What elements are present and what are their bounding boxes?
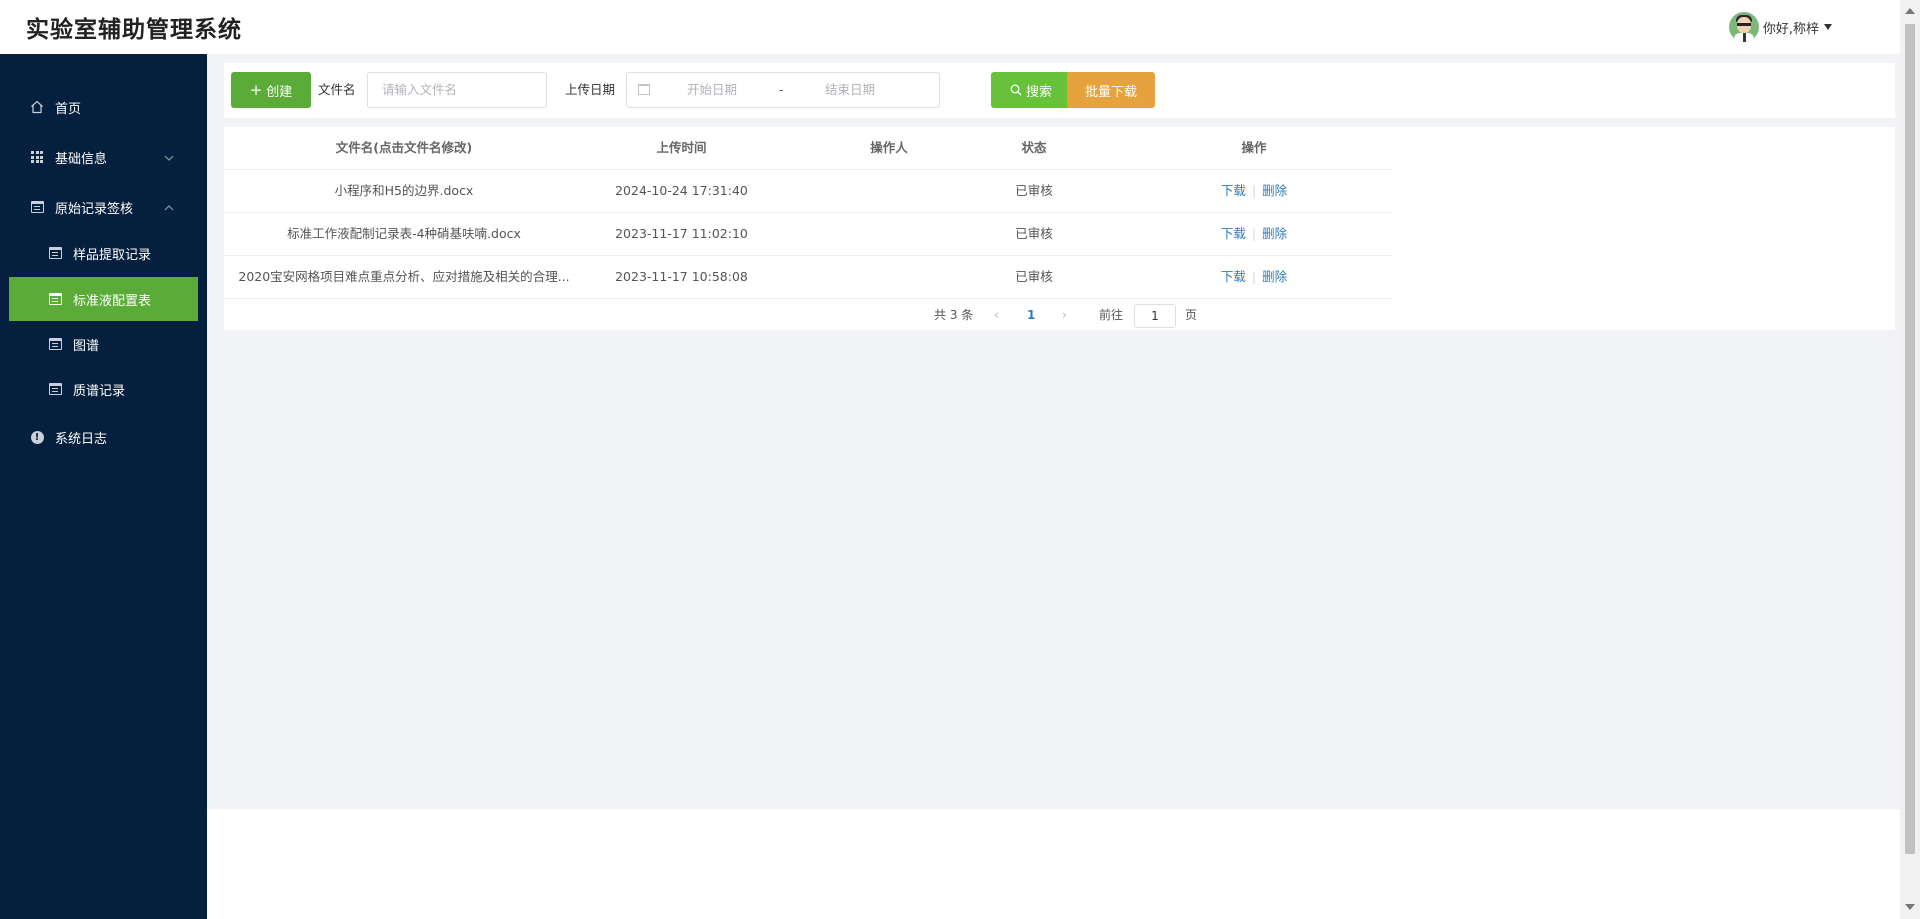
sidebar-item-label: 质谱记录 bbox=[73, 383, 126, 399]
filename-input[interactable]: 请输入文件名 bbox=[367, 72, 547, 108]
footer-area bbox=[207, 809, 1900, 919]
chevron-up-icon bbox=[164, 201, 174, 214]
upload-date-label: 上传日期 bbox=[565, 82, 616, 97]
calendar-icon bbox=[47, 291, 63, 307]
range-separator: - bbox=[779, 82, 784, 97]
chevron-down-icon bbox=[164, 151, 174, 164]
download-link[interactable]: 下载 bbox=[1221, 226, 1246, 241]
file-name-link[interactable]: 标准工作液配制记录表-4种硝基呋喃.docx bbox=[224, 213, 584, 255]
sidebar-item-label: 系统日志 bbox=[55, 431, 108, 447]
page-number[interactable]: 1 bbox=[1027, 300, 1035, 330]
filter-toolbar: + 创建 文件名 请输入文件名 上传日期 开始日期 - 结束日期 搜索 批量下载 bbox=[224, 63, 1895, 118]
operator bbox=[824, 170, 954, 212]
goto-label: 前往 bbox=[1099, 308, 1124, 322]
operator bbox=[824, 213, 954, 255]
search-icon bbox=[1010, 84, 1022, 96]
delete-link[interactable]: 删除 bbox=[1262, 269, 1287, 284]
prev-page-icon[interactable]: ‹ bbox=[994, 300, 999, 330]
calendar-icon bbox=[47, 336, 63, 352]
sidebar-item-basic-info[interactable]: 基础信息 bbox=[9, 135, 198, 179]
avatar[interactable] bbox=[1728, 12, 1759, 42]
sidebar-item-label: 标准液配置表 bbox=[73, 293, 152, 309]
table-row: 小程序和H5的边界.docx 2024-10-24 17:31:40 已审核 下… bbox=[224, 170, 1393, 213]
total-count: 共 3 条 bbox=[934, 308, 974, 322]
date-range-picker[interactable]: 开始日期 - 结束日期 bbox=[626, 72, 940, 108]
column-header-upload-time: 上传时间 bbox=[656, 140, 707, 155]
filename-label: 文件名 bbox=[318, 82, 356, 97]
user-greeting[interactable]: 你好,称梓 bbox=[1763, 18, 1819, 37]
search-button[interactable]: 搜索 bbox=[991, 72, 1071, 108]
sidebar-item-label: 首页 bbox=[55, 101, 82, 117]
calendar-icon bbox=[47, 245, 63, 261]
table-row: 2020宝安网格项目难点重点分析、应对措施及相关的合理... 2023-11-1… bbox=[224, 256, 1393, 299]
file-name-link[interactable]: 小程序和H5的边界.docx bbox=[224, 170, 584, 212]
start-date-input[interactable]: 开始日期 bbox=[687, 73, 737, 107]
upload-time: 2024-10-24 17:31:40 bbox=[615, 183, 748, 198]
sidebar-item-system-log[interactable]: ! 系统日志 bbox=[9, 415, 198, 459]
main-content: + 创建 文件名 请输入文件名 上传日期 开始日期 - 结束日期 搜索 批量下载… bbox=[207, 54, 1900, 809]
download-link[interactable]: 下载 bbox=[1221, 183, 1246, 198]
plus-icon: + bbox=[249, 81, 263, 99]
file-table: 文件名(点击文件名修改) 上传时间 操作人 状态 操作 小程序和H5的边界.do… bbox=[224, 127, 1895, 330]
end-date-input[interactable]: 结束日期 bbox=[825, 73, 875, 107]
table-row: 标准工作液配制记录表-4种硝基呋喃.docx 2023-11-17 11:02:… bbox=[224, 213, 1393, 256]
create-button[interactable]: + 创建 bbox=[231, 72, 311, 108]
home-icon bbox=[29, 99, 45, 115]
sidebar: 首页 基础信息 原始记录签核 样品提取记录 标准液配置表 图谱 质谱记录 ! 系… bbox=[0, 54, 207, 919]
user-menu[interactable]: 你好,称梓 bbox=[1728, 12, 1832, 42]
column-header-status: 状态 bbox=[1021, 140, 1047, 155]
goto-page-input[interactable]: 1 bbox=[1134, 304, 1176, 328]
sidebar-item-label: 基础信息 bbox=[55, 151, 108, 167]
sidebar-item-sample-extraction[interactable]: 样品提取记录 bbox=[9, 231, 198, 275]
download-link[interactable]: 下载 bbox=[1221, 269, 1246, 284]
row-actions: 下载 | 删除 bbox=[1220, 269, 1288, 284]
delete-link[interactable]: 删除 bbox=[1262, 226, 1287, 241]
column-header-actions: 操作 bbox=[1241, 140, 1267, 155]
scroll-thumb[interactable] bbox=[1905, 24, 1915, 854]
sidebar-item-label: 原始记录签核 bbox=[55, 201, 134, 217]
row-actions: 下载 | 删除 bbox=[1220, 226, 1288, 241]
sidebar-item-standard-solution[interactable]: 标准液配置表 bbox=[9, 277, 198, 321]
grid-icon bbox=[29, 149, 45, 165]
page-scrollbar[interactable] bbox=[1900, 0, 1920, 919]
app-title: 实验室辅助管理系统 bbox=[26, 17, 242, 43]
caret-down-icon[interactable] bbox=[1824, 24, 1832, 30]
status-text: 已审核 bbox=[1015, 183, 1053, 198]
sidebar-item-home[interactable]: 首页 bbox=[9, 85, 198, 129]
status-text: 已审核 bbox=[1015, 269, 1053, 284]
operator bbox=[824, 256, 954, 298]
app-header: 实验室辅助管理系统 你好,称梓 bbox=[0, 0, 1900, 54]
calendar-icon bbox=[638, 84, 650, 95]
status-text: 已审核 bbox=[1015, 226, 1053, 241]
pagination: 共 3 条 ‹ 1 › 前往 1 页 bbox=[224, 300, 1393, 330]
warning-icon: ! bbox=[29, 429, 45, 445]
sidebar-item-mass-spec[interactable]: 质谱记录 bbox=[9, 367, 198, 411]
calendar-icon bbox=[47, 381, 63, 397]
delete-link[interactable]: 删除 bbox=[1262, 183, 1287, 198]
table-header: 文件名(点击文件名修改) 上传时间 操作人 状态 操作 bbox=[224, 127, 1393, 170]
sidebar-item-label: 图谱 bbox=[73, 338, 100, 354]
row-actions: 下载 | 删除 bbox=[1220, 183, 1288, 198]
scroll-down-icon[interactable] bbox=[1905, 904, 1915, 910]
upload-time: 2023-11-17 11:02:10 bbox=[615, 226, 748, 241]
scroll-up-icon[interactable] bbox=[1905, 8, 1915, 14]
file-name-link[interactable]: 2020宝安网格项目难点重点分析、应对措施及相关的合理... bbox=[224, 256, 584, 298]
sidebar-item-record-review[interactable]: 原始记录签核 bbox=[9, 185, 198, 229]
column-header-operator: 操作人 bbox=[870, 140, 908, 155]
sidebar-item-label: 样品提取记录 bbox=[73, 247, 152, 263]
calendar-icon bbox=[29, 199, 45, 215]
page-suffix: 页 bbox=[1185, 308, 1198, 322]
column-header-filename: 文件名(点击文件名修改) bbox=[335, 140, 473, 155]
upload-time: 2023-11-17 10:58:08 bbox=[615, 269, 748, 284]
sidebar-item-spectrum[interactable]: 图谱 bbox=[9, 322, 198, 366]
batch-download-button[interactable]: 批量下载 bbox=[1067, 72, 1155, 108]
next-page-icon[interactable]: › bbox=[1062, 300, 1067, 330]
